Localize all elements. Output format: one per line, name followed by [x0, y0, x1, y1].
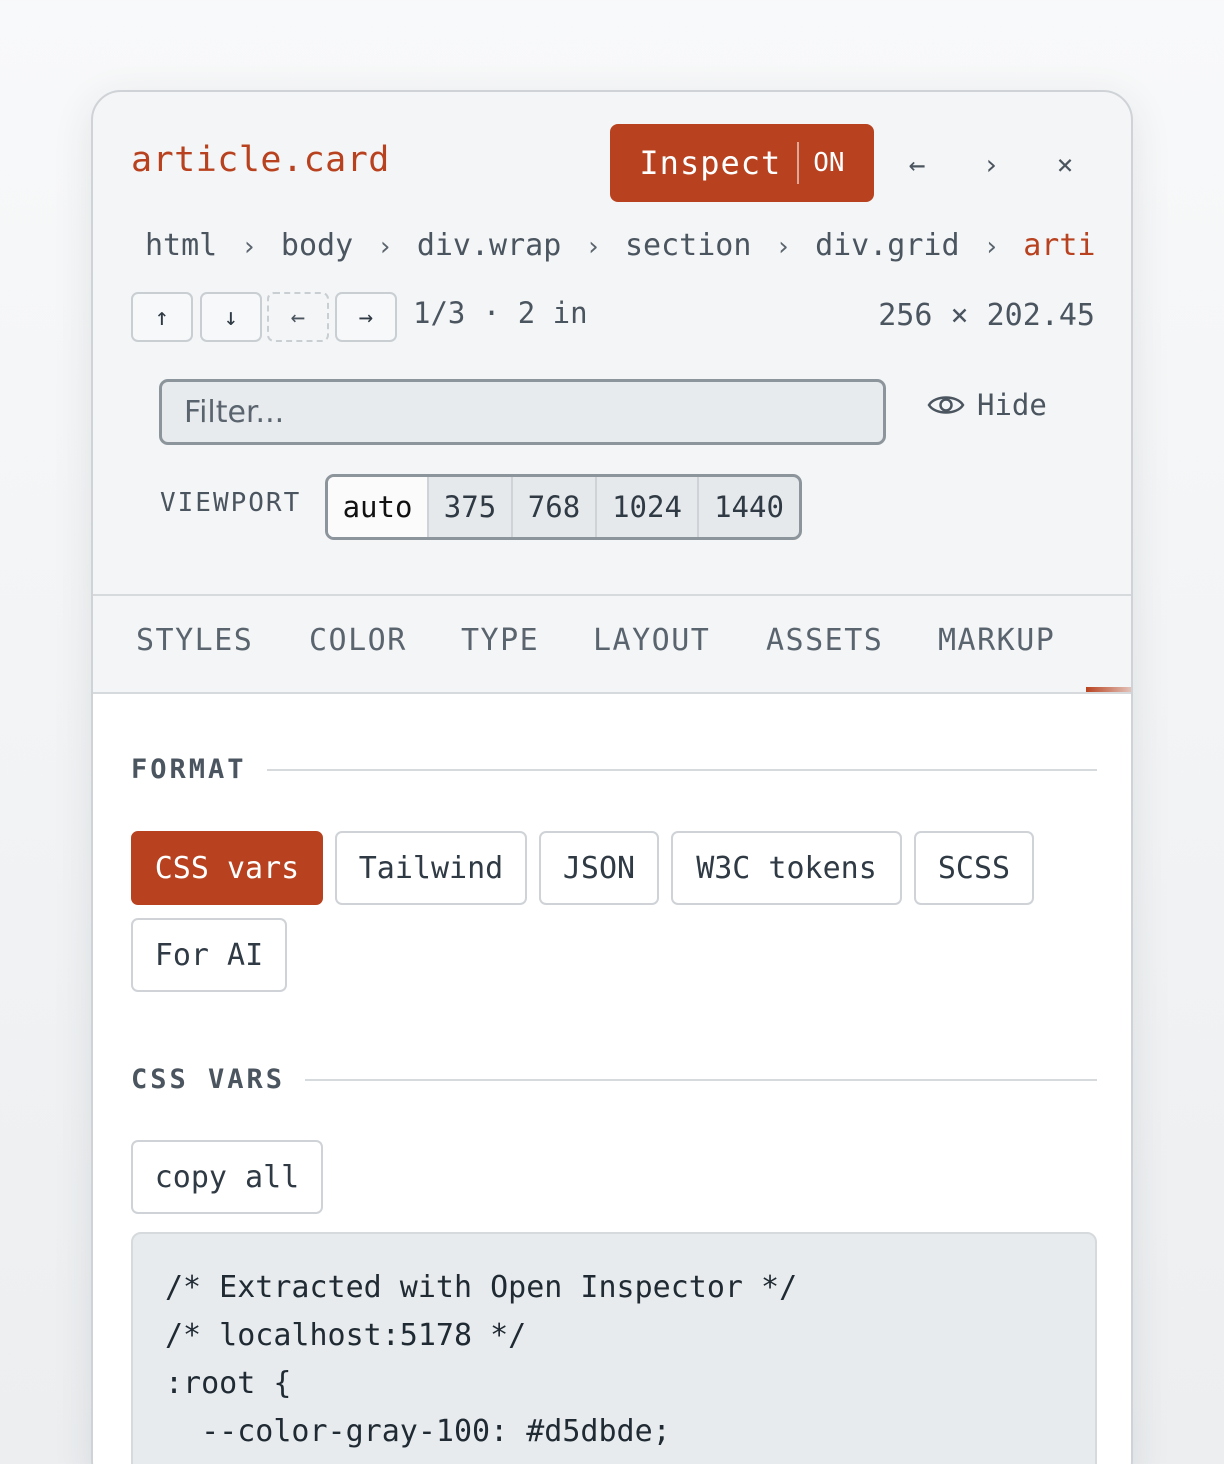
viewport-option-1024[interactable]: 1024 [597, 477, 699, 537]
viewport-selector: auto 375 768 1024 1440 [325, 474, 802, 540]
tab-bar: STYLES COLOR TYPE LAYOUT ASSETS MARKUP E [93, 594, 1131, 694]
breadcrumb-separator: › [241, 232, 257, 262]
viewport-option-auto[interactable]: auto [328, 477, 429, 537]
breadcrumb-separator: › [775, 232, 792, 262]
eye-icon [927, 396, 965, 414]
breadcrumb-separator: › [377, 232, 393, 262]
format-section-header: FORMAT [131, 754, 1097, 785]
viewport-option-1440[interactable]: 1440 [699, 477, 799, 537]
breadcrumb-item-active[interactable]: article [1023, 228, 1095, 263]
element-dimensions: 256 × 202.45 [878, 298, 1095, 333]
filter-input[interactable] [159, 379, 886, 445]
css-vars-section-header: CSS VARS [131, 1064, 1097, 1095]
inspect-state: ON [813, 148, 845, 178]
format-heading: FORMAT [131, 754, 247, 785]
format-option-scss[interactable]: SCSS [914, 831, 1034, 905]
tab-overflow-fade [1071, 596, 1131, 692]
breadcrumb-item[interactable]: div.grid [815, 228, 960, 263]
viewport-option-375[interactable]: 375 [429, 477, 513, 537]
tab-color[interactable]: COLOR [309, 623, 407, 658]
arrow-left-icon[interactable]: ← [897, 144, 937, 184]
export-content: FORMAT CSS vars Tailwind JSON W3C tokens… [93, 694, 1131, 1464]
sibling-count: 1/3 · 2 in [413, 296, 588, 330]
select-child-button[interactable]: ↓ [200, 292, 262, 342]
inspect-label: Inspect [639, 144, 782, 182]
tab-assets[interactable]: ASSETS [766, 623, 883, 658]
section-divider [266, 768, 1097, 771]
select-previous-sibling-button[interactable]: ← [267, 292, 329, 342]
inspector-panel: article.card Inspect ON ← › × html › body ›… [91, 90, 1133, 1464]
tab-layout[interactable]: LAYOUT [593, 623, 710, 658]
inspect-divider [797, 142, 800, 184]
inspect-toggle-button[interactable]: Inspect ON [610, 124, 874, 202]
format-option-json[interactable]: JSON [539, 831, 659, 905]
breadcrumb-item[interactable]: body [281, 228, 353, 263]
css-vars-heading: CSS VARS [131, 1064, 286, 1095]
format-option-for-ai[interactable]: For AI [131, 918, 287, 992]
close-icon[interactable]: × [1045, 144, 1085, 184]
viewport-label: VIEWPORT [160, 488, 302, 518]
format-option-tailwind[interactable]: Tailwind [335, 831, 527, 905]
selected-element-title: article.card [131, 140, 390, 180]
hide-label: Hide [977, 388, 1047, 422]
breadcrumb-item[interactable]: div.wrap [417, 228, 562, 263]
breadcrumb-item[interactable]: section [625, 228, 751, 263]
select-next-sibling-button[interactable]: → [335, 292, 397, 342]
format-option-w3c-tokens[interactable]: W3C tokens [671, 831, 902, 905]
copy-all-button[interactable]: copy all [131, 1140, 323, 1214]
active-tab-indicator [1086, 687, 1131, 692]
tab-markup[interactable]: MARKUP [938, 623, 1055, 658]
breadcrumb-item[interactable]: html [145, 228, 217, 263]
hide-button[interactable]: Hide [927, 388, 1047, 422]
viewport-option-768[interactable]: 768 [513, 477, 597, 537]
chevron-right-icon[interactable]: › [971, 144, 1011, 184]
css-vars-code-block: /* Extracted with Open Inspector */ /* l… [131, 1232, 1097, 1464]
breadcrumb-separator: › [585, 232, 601, 262]
breadcrumb: html › body › div.wrap › section › div.grid › arti… [145, 228, 1095, 272]
select-parent-button[interactable]: ↑ [131, 292, 193, 342]
tab-type[interactable]: TYPE [461, 623, 539, 658]
tab-styles[interactable]: STYLES [136, 623, 253, 658]
breadcrumb-separator: › [983, 232, 1000, 262]
section-divider [305, 1078, 1097, 1081]
format-option-css-vars[interactable]: CSS vars [131, 831, 323, 905]
